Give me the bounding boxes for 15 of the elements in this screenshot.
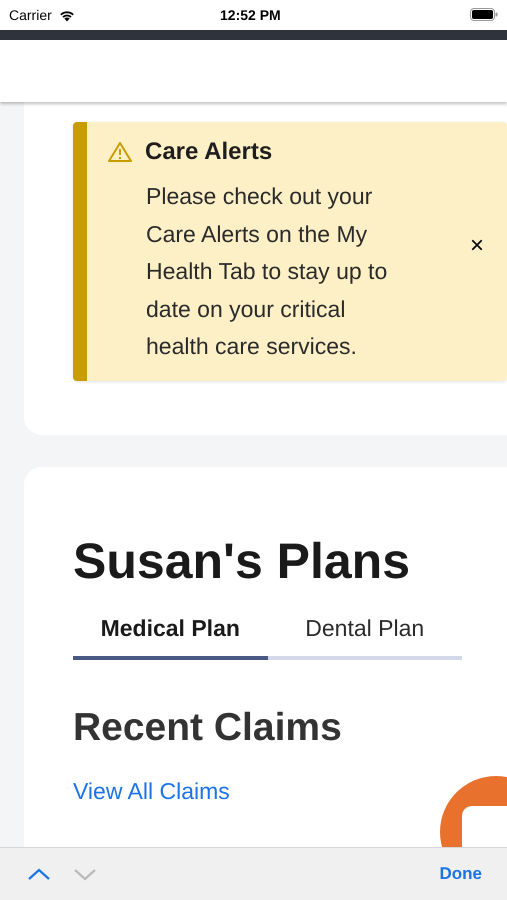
battery-icon	[470, 8, 498, 21]
alert-message: Please check out your Care Alerts on the My Health Tab to stay up to date on your critical health care services.	[146, 182, 388, 361]
warning-icon	[107, 141, 133, 163]
plan-tab[interactable]: Dental Plan	[268, 609, 462, 660]
wifi-icon	[58, 8, 76, 22]
alert-title: Care Alerts	[145, 137, 272, 167]
plan-tab[interactable]: Medical Plan	[73, 609, 268, 660]
carrier-name: Carrier	[9, 6, 52, 24]
done-button[interactable]: Done	[440, 861, 482, 887]
view-all-claims-link[interactable]: View All Claims	[73, 774, 230, 808]
close-button[interactable]: ×	[470, 232, 484, 260]
previous-chevron-icon[interactable]	[27, 866, 51, 882]
plans-heading: Susan's Plans	[73, 532, 412, 591]
section-heading: Recent Claims	[73, 704, 343, 750]
clock-time: 12:52 PM	[220, 6, 281, 24]
